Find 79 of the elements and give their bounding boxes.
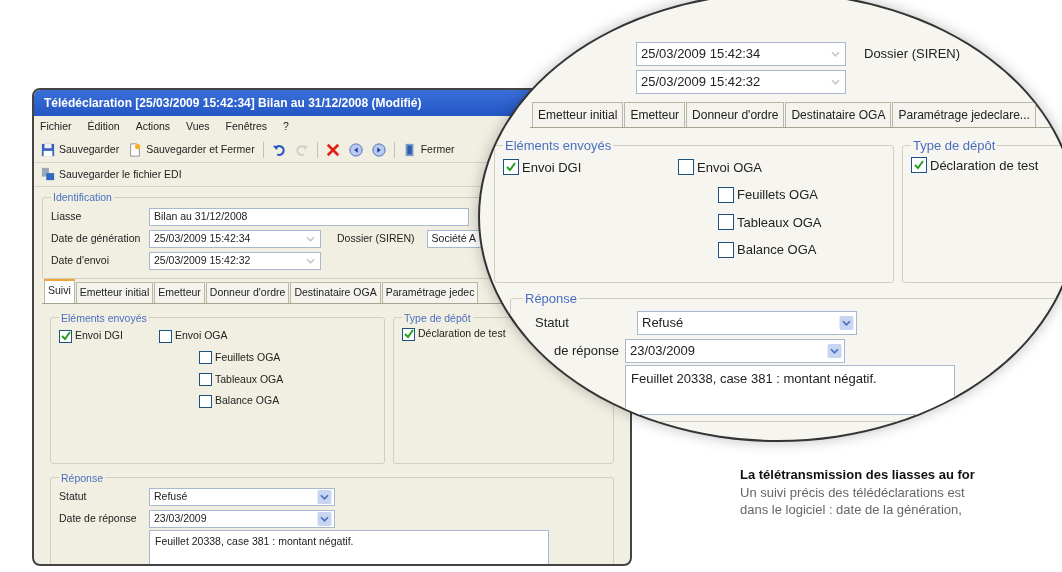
toolbar-button[interactable]: Sauvegarder [38, 139, 123, 160]
field-label: Date de génération [51, 230, 142, 246]
checkbox-label: Déclaration de test [418, 326, 506, 342]
combo-box[interactable]: 23/03/2009 [149, 510, 335, 529]
menu-item[interactable]: Fichier [40, 119, 72, 135]
group-title: Eléments envoyés [504, 138, 613, 154]
combo-box[interactable]: Refusé [149, 488, 335, 507]
group-title: Réponse [524, 291, 579, 307]
document-icon [128, 142, 143, 157]
tab[interactable]: Emetteur [624, 102, 686, 127]
combo-box[interactable]: 23/03/2009 [625, 338, 845, 363]
tab[interactable]: Donneur d'ordre [686, 102, 785, 127]
checkbox[interactable] [718, 186, 734, 203]
checkbox[interactable] [718, 241, 734, 258]
redo-icon [294, 142, 309, 157]
menu-item[interactable]: ? [283, 119, 289, 135]
checkbox-label: Envoi OGA [175, 328, 228, 344]
checkbox[interactable] [199, 373, 212, 387]
checkbox-label: Envoi DGI [75, 328, 123, 344]
checkbox-label: Balance OGA [737, 241, 817, 260]
undo-icon [271, 142, 286, 157]
circle-arrow-right-icon [371, 142, 386, 157]
checkbox[interactable] [503, 159, 519, 176]
caption-text: dans le logiciel : date de la génération, [740, 501, 963, 519]
toolbar-button[interactable]: Sauvegarder et Fermer [125, 139, 258, 160]
field-label: Dossier (SIREN) [864, 45, 961, 64]
checkbox[interactable] [678, 159, 694, 176]
caption-text: Un suivi précis des télédéclarations est [740, 483, 966, 502]
combo-box[interactable]: Refusé [637, 310, 857, 335]
tab[interactable]: Paramétrage jedec [381, 281, 479, 303]
group-title: Type de dépôt [912, 138, 997, 154]
menu-item[interactable]: Fenêtres [225, 119, 268, 135]
field-label: Dossier (SIREN) [337, 230, 415, 246]
field-label: Statut [535, 313, 570, 332]
comment-field[interactable]: Feuillet 20338, case 381 : montant négatif. [625, 364, 955, 415]
group-title: Réponse [60, 471, 105, 485]
comment-field[interactable]: Feuillet 20338, case 381 : montant négatif. [149, 530, 549, 564]
checkbox-label: Envoi OGA [697, 158, 763, 177]
text-field[interactable]: Société A [426, 229, 483, 248]
tab[interactable]: Emetteur initial [532, 102, 624, 127]
tab[interactable]: Emetteur initial [75, 281, 154, 303]
tab[interactable]: Suivi [44, 278, 75, 303]
tab[interactable]: Donneur d'ordre [205, 281, 290, 303]
checkbox[interactable] [159, 329, 172, 343]
checkbox[interactable] [718, 214, 734, 231]
group-title: Type de dépôt [403, 311, 472, 325]
menu-item[interactable]: Édition [87, 119, 120, 135]
checkbox-label: Envoi DGI [522, 158, 582, 177]
caption-heading: La télétransmission des liasses au for [740, 466, 975, 484]
text-field[interactable]: Bilan au 31/12/2008 [149, 207, 469, 226]
field-label: Date d'envoi [51, 252, 111, 268]
tab[interactable]: Paramétrage jedeclare... [892, 102, 1036, 127]
checkbox-label: Feuillets OGA [737, 186, 818, 205]
circle-arrow-left-icon [348, 142, 363, 157]
menu-item[interactable]: Vues [186, 119, 210, 135]
checkbox-label: Balance OGA [215, 393, 280, 409]
checkbox[interactable] [199, 351, 212, 365]
field-label: de réponse [552, 341, 619, 360]
file-export-icon [41, 167, 55, 182]
checkbox-label: Tableaux OGA [737, 213, 822, 232]
tab[interactable]: Destinataire OGA [785, 102, 892, 127]
toolbar-button[interactable]: Fermer [399, 139, 458, 160]
checkbox[interactable] [59, 329, 72, 343]
cross-icon [325, 142, 340, 157]
checkbox-label: Tableaux OGA [215, 371, 284, 387]
menu-item[interactable]: Actions [135, 119, 171, 135]
tab[interactable]: Emetteur [154, 281, 205, 303]
group-title: Identification [52, 191, 113, 204]
checkbox[interactable] [402, 327, 415, 341]
checkbox-label: Feuillets OGA [215, 349, 281, 365]
toolbar-button[interactable]: Sauvegarder le fichier EDI [38, 164, 185, 185]
checkbox[interactable] [199, 394, 212, 408]
checkbox[interactable] [911, 157, 927, 174]
field-label: Date de réponse [59, 511, 138, 527]
checkbox-label: Déclaration de test [930, 156, 1039, 175]
group-title: Eléments envoyés [60, 311, 148, 325]
field-label: Statut [59, 489, 88, 505]
tab[interactable]: Destinataire OGA [290, 281, 381, 303]
field-label: Liasse [51, 208, 83, 224]
